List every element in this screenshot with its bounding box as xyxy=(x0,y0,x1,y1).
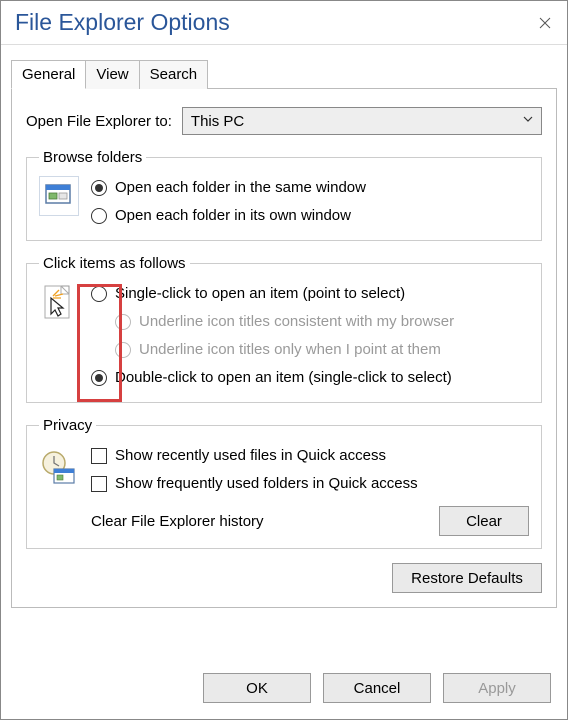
privacy-group: Privacy Show recently used files in Quic… xyxy=(26,417,542,549)
ok-button[interactable]: OK xyxy=(203,673,311,703)
click-items-group: Click items as follows Single-click to o… xyxy=(26,255,542,403)
tab-view[interactable]: View xyxy=(85,60,139,89)
radio-single-click[interactable] xyxy=(91,286,107,302)
browse-folders-group: Browse folders Open each folder in the s… xyxy=(26,149,542,241)
cancel-button[interactable]: Cancel xyxy=(323,673,431,703)
close-icon xyxy=(539,17,551,29)
general-panel: Open File Explorer to: This PC Browse fo… xyxy=(11,89,557,608)
page-cursor-icon xyxy=(39,282,79,330)
click-items-legend: Click items as follows xyxy=(39,255,190,272)
clear-button[interactable]: Clear xyxy=(439,506,529,536)
radio-double-click-label: Double-click to open an item (single-cli… xyxy=(115,366,452,390)
radio-single-click-label: Single-click to open an item (point to s… xyxy=(115,282,405,306)
tab-general[interactable]: General xyxy=(11,60,86,89)
tab-bar: General View Search xyxy=(11,59,557,89)
radio-own-window-label: Open each folder in its own window xyxy=(115,204,351,228)
open-to-value: This PC xyxy=(191,113,244,130)
checkbox-frequent-folders[interactable] xyxy=(91,476,107,492)
apply-button[interactable]: Apply xyxy=(443,673,551,703)
radio-underline-point xyxy=(115,342,131,358)
radio-same-window-label: Open each folder in the same window xyxy=(115,176,366,200)
radio-underline-browser xyxy=(115,314,131,330)
folder-windows-icon xyxy=(39,176,79,216)
clock-folder-icon xyxy=(39,444,79,492)
radio-underline-point-label: Underline icon titles only when I point … xyxy=(139,338,441,362)
radio-own-window[interactable] xyxy=(91,208,107,224)
open-to-select[interactable]: This PC xyxy=(182,107,542,135)
clear-history-label: Clear File Explorer history xyxy=(91,513,264,530)
close-button[interactable] xyxy=(525,8,565,38)
checkbox-recent-files-label: Show recently used files in Quick access xyxy=(115,444,386,468)
open-to-label: Open File Explorer to: xyxy=(26,113,172,130)
checkbox-frequent-folders-label: Show frequently used folders in Quick ac… xyxy=(115,472,418,496)
restore-defaults-button[interactable]: Restore Defaults xyxy=(392,563,542,593)
privacy-legend: Privacy xyxy=(39,417,96,434)
window-title: File Explorer Options xyxy=(15,9,230,36)
checkbox-recent-files[interactable] xyxy=(91,448,107,464)
radio-same-window[interactable] xyxy=(91,180,107,196)
radio-double-click[interactable] xyxy=(91,370,107,386)
browse-folders-legend: Browse folders xyxy=(39,149,146,166)
tab-search[interactable]: Search xyxy=(139,60,209,89)
radio-underline-browser-label: Underline icon titles consistent with my… xyxy=(139,310,454,334)
